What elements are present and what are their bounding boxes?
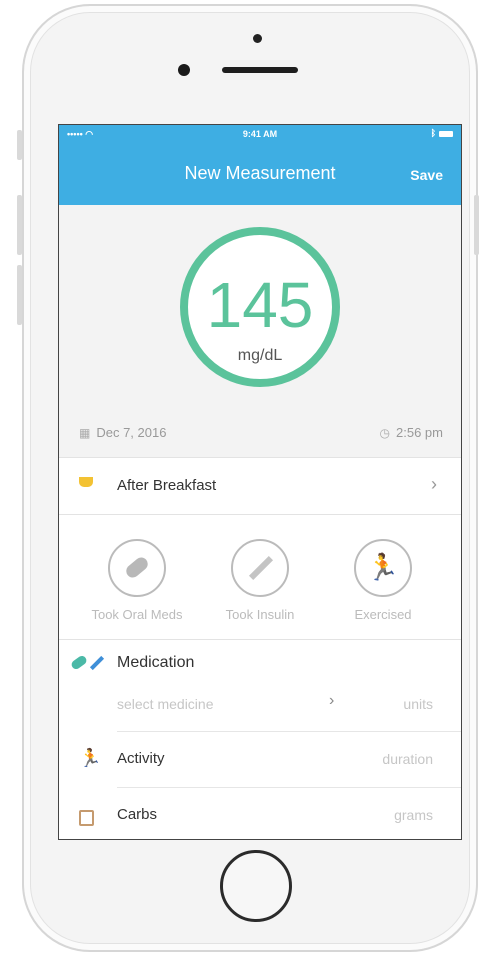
carbs-grams-field[interactable]: grams [394,807,433,823]
volume-up-button [17,195,22,255]
glucose-unit: mg/dL [237,347,283,364]
carbs-icon [79,810,94,826]
reading-time[interactable]: ◷ 2:56 pm [380,425,443,440]
time-text: 2:56 pm [396,425,443,440]
screen: ••••• ◠ 9:41 AM ᛒ New Measurement Save 1… [58,124,462,840]
mute-switch [17,130,22,160]
status-bar: ••••• ◠ 9:41 AM ᛒ [59,125,461,143]
took-oral-meds-toggle[interactable]: Took Oral Meds [77,539,197,622]
select-medicine-field[interactable]: select medicine [117,696,214,712]
medication-label: Medication [117,654,195,671]
front-camera [253,34,262,43]
status-time: 9:41 AM [242,129,278,139]
cup-icon [79,477,93,487]
activity-label: Activity [117,750,165,767]
reading-date[interactable]: ▦ Dec 7, 2016 [79,425,166,440]
medication-icon [69,654,105,672]
power-button [474,195,479,255]
date-text: Dec 7, 2016 [96,425,167,440]
glucose-value: 145 [206,269,314,341]
pill-icon [108,539,166,597]
page-title: New Measurement [184,163,336,183]
runner-icon: 🏃 [354,539,412,597]
reading-panel: 145 mg/dL ▦ Dec 7, 2016 ◷ 2:56 pm [59,205,461,457]
activity-runner-icon: 🏃 [79,748,102,768]
syringe-icon [231,539,289,597]
proximity-sensor [178,64,190,76]
nav-bar: New Measurement Save [59,143,461,205]
status-right: ᛒ [431,128,453,138]
calendar-icon: ▦ [79,426,91,440]
glucose-ring[interactable]: 145 mg/dL [180,227,340,387]
volume-down-button [17,265,22,325]
carbs-label: Carbs [117,806,158,823]
carbs-row[interactable]: Carbs grams [59,788,461,839]
clock-icon: ◷ [379,426,391,440]
took-insulin-label: Took Insulin [225,607,295,622]
chevron-right-icon: › [431,474,437,494]
meal-selector[interactable]: After Breakfast › [59,457,461,514]
activity-duration-field[interactable]: duration [382,751,433,767]
chevron-right-icon[interactable]: › [329,692,334,710]
medication-units-field[interactable]: units [403,696,433,712]
home-button[interactable] [220,850,292,922]
bluetooth-icon: ᛒ [430,128,436,138]
save-button[interactable]: Save [410,167,443,183]
meal-label: After Breakfast [117,477,217,494]
earpiece-speaker [222,67,298,73]
took-insulin-toggle[interactable]: Took Insulin [200,539,320,622]
battery-icon [439,130,453,137]
exercised-label: Exercised [354,607,412,622]
took-oral-meds-label: Took Oral Meds [91,607,183,622]
exercised-toggle[interactable]: 🏃 Exercised [323,539,443,622]
activity-row[interactable]: 🏃 Activity duration [59,732,461,788]
quick-actions: Took Oral Meds Took Insulin 🏃 Exercised [59,514,461,639]
medication-section: Medication select medicine › units [59,639,461,732]
